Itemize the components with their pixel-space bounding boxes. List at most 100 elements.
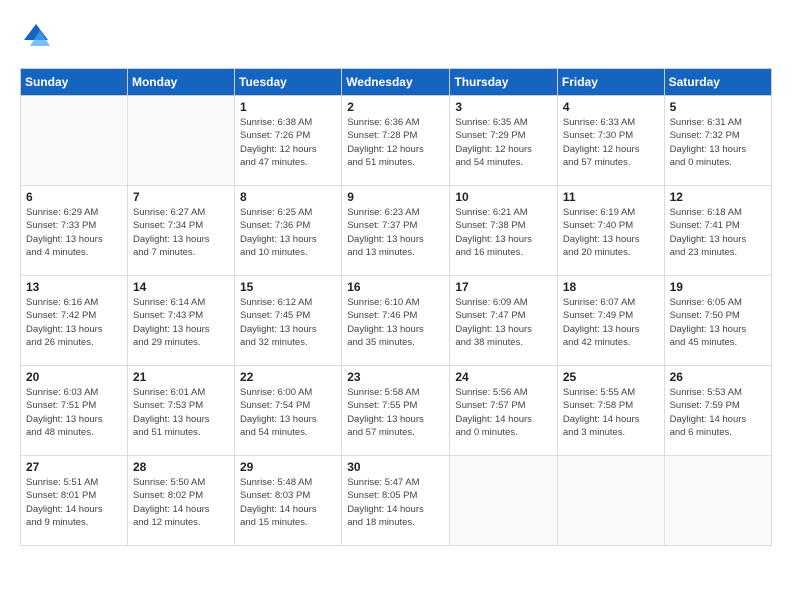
- calendar-cell: [21, 96, 128, 186]
- calendar-cell: 5Sunrise: 6:31 AM Sunset: 7:32 PM Daylig…: [664, 96, 771, 186]
- day-number: 5: [670, 100, 766, 114]
- day-info: Sunrise: 6:14 AM Sunset: 7:43 PM Dayligh…: [133, 296, 229, 349]
- column-header-tuesday: Tuesday: [235, 69, 342, 96]
- calendar-header-row: SundayMondayTuesdayWednesdayThursdayFrid…: [21, 69, 772, 96]
- day-number: 2: [347, 100, 444, 114]
- day-info: Sunrise: 6:07 AM Sunset: 7:49 PM Dayligh…: [563, 296, 659, 349]
- day-info: Sunrise: 6:38 AM Sunset: 7:26 PM Dayligh…: [240, 116, 336, 169]
- day-number: 21: [133, 370, 229, 384]
- day-info: Sunrise: 6:09 AM Sunset: 7:47 PM Dayligh…: [455, 296, 552, 349]
- day-info: Sunrise: 6:29 AM Sunset: 7:33 PM Dayligh…: [26, 206, 122, 259]
- day-number: 22: [240, 370, 336, 384]
- day-info: Sunrise: 6:23 AM Sunset: 7:37 PM Dayligh…: [347, 206, 444, 259]
- day-info: Sunrise: 6:10 AM Sunset: 7:46 PM Dayligh…: [347, 296, 444, 349]
- calendar-week-row: 27 Sunrise: 5:51 AM Sunset: 8:01 PM Dayli…: [21, 456, 772, 546]
- calendar-cell: 10 Sunrise: 6:21 AM Sunset: 7:38 PM Dayli…: [450, 186, 558, 276]
- page-header: [20, 20, 772, 52]
- calendar-cell: 27 Sunrise: 5:51 AM Sunset: 8:01 PM Dayli…: [21, 456, 128, 546]
- calendar-cell: 23 Sunrise: 5:58 AM Sunset: 7:55 PM Dayli…: [342, 366, 450, 456]
- day-info: Sunrise: 5:58 AM Sunset: 7:55 PM Dayligh…: [347, 386, 444, 439]
- calendar-cell: 7 Sunrise: 6:27 AM Sunset: 7:34 PM Daylig…: [127, 186, 234, 276]
- day-number: 19: [670, 280, 766, 294]
- day-info: Sunrise: 5:47 AM Sunset: 8:05 PM Dayligh…: [347, 476, 444, 529]
- calendar-cell: 20 Sunrise: 6:03 AM Sunset: 7:51 PM Dayli…: [21, 366, 128, 456]
- day-number: 11: [563, 190, 659, 204]
- calendar-cell: 11 Sunrise: 6:19 AM Sunset: 7:40 PM Dayli…: [557, 186, 664, 276]
- calendar-week-row: 20 Sunrise: 6:03 AM Sunset: 7:51 PM Dayli…: [21, 366, 772, 456]
- day-number: 4: [563, 100, 659, 114]
- day-info: Sunrise: 6:33 AM Sunset: 7:30 PM Dayligh…: [563, 116, 659, 169]
- day-number: 1: [240, 100, 336, 114]
- day-info: Sunrise: 5:56 AM Sunset: 7:57 PM Dayligh…: [455, 386, 552, 439]
- column-header-wednesday: Wednesday: [342, 69, 450, 96]
- day-number: 26: [670, 370, 766, 384]
- logo: [20, 20, 56, 52]
- column-header-friday: Friday: [557, 69, 664, 96]
- logo-icon: [20, 20, 52, 52]
- calendar-cell: 13 Sunrise: 6:16 AM Sunset: 7:42 PM Dayli…: [21, 276, 128, 366]
- calendar-cell: 29 Sunrise: 5:48 AM Sunset: 8:03 PM Dayli…: [235, 456, 342, 546]
- day-info: Sunrise: 6:00 AM Sunset: 7:54 PM Dayligh…: [240, 386, 336, 439]
- day-number: 23: [347, 370, 444, 384]
- calendar-week-row: 13 Sunrise: 6:16 AM Sunset: 7:42 PM Dayli…: [21, 276, 772, 366]
- day-number: 20: [26, 370, 122, 384]
- day-number: 18: [563, 280, 659, 294]
- calendar-cell: [557, 456, 664, 546]
- day-number: 16: [347, 280, 444, 294]
- calendar-cell: 1 Sunrise: 6:38 AM Sunset: 7:26 PM Daylig…: [235, 96, 342, 186]
- day-info: Sunrise: 6:25 AM Sunset: 7:36 PM Dayligh…: [240, 206, 336, 259]
- day-number: 29: [240, 460, 336, 474]
- calendar-cell: 9 Sunrise: 6:23 AM Sunset: 7:37 PM Daylig…: [342, 186, 450, 276]
- calendar-cell: 19 Sunrise: 6:05 AM Sunset: 7:50 PM Dayli…: [664, 276, 771, 366]
- day-info: Sunrise: 6:05 AM Sunset: 7:50 PM Dayligh…: [670, 296, 766, 349]
- day-number: 13: [26, 280, 122, 294]
- calendar-cell: 25Sunrise: 5:55 AM Sunset: 7:58 PM Dayli…: [557, 366, 664, 456]
- day-number: 17: [455, 280, 552, 294]
- day-number: 7: [133, 190, 229, 204]
- column-header-saturday: Saturday: [664, 69, 771, 96]
- calendar-cell: 16 Sunrise: 6:10 AM Sunset: 7:46 PM Dayli…: [342, 276, 450, 366]
- calendar-cell: 28 Sunrise: 5:50 AM Sunset: 8:02 PM Dayli…: [127, 456, 234, 546]
- day-number: 24: [455, 370, 552, 384]
- day-number: 3: [455, 100, 552, 114]
- calendar-cell: 8 Sunrise: 6:25 AM Sunset: 7:36 PM Daylig…: [235, 186, 342, 276]
- column-header-monday: Monday: [127, 69, 234, 96]
- calendar-cell: 24 Sunrise: 5:56 AM Sunset: 7:57 PM Dayli…: [450, 366, 558, 456]
- day-number: 28: [133, 460, 229, 474]
- calendar-cell: 26Sunrise: 5:53 AM Sunset: 7:59 PM Dayli…: [664, 366, 771, 456]
- column-header-thursday: Thursday: [450, 69, 558, 96]
- calendar-cell: [664, 456, 771, 546]
- calendar-cell: 30 Sunrise: 5:47 AM Sunset: 8:05 PM Dayli…: [342, 456, 450, 546]
- day-info: Sunrise: 5:48 AM Sunset: 8:03 PM Dayligh…: [240, 476, 336, 529]
- column-header-sunday: Sunday: [21, 69, 128, 96]
- day-number: 12: [670, 190, 766, 204]
- day-number: 10: [455, 190, 552, 204]
- day-number: 8: [240, 190, 336, 204]
- calendar-cell: 6 Sunrise: 6:29 AM Sunset: 7:33 PM Daylig…: [21, 186, 128, 276]
- day-number: 15: [240, 280, 336, 294]
- day-info: Sunrise: 6:21 AM Sunset: 7:38 PM Dayligh…: [455, 206, 552, 259]
- day-info: Sunrise: 5:55 AM Sunset: 7:58 PM Dayligh…: [563, 386, 659, 439]
- day-number: 27: [26, 460, 122, 474]
- calendar-cell: 3 Sunrise: 6:35 AM Sunset: 7:29 PM Daylig…: [450, 96, 558, 186]
- day-info: Sunrise: 6:35 AM Sunset: 7:29 PM Dayligh…: [455, 116, 552, 169]
- calendar-cell: 18 Sunrise: 6:07 AM Sunset: 7:49 PM Dayli…: [557, 276, 664, 366]
- day-number: 9: [347, 190, 444, 204]
- day-info: Sunrise: 6:16 AM Sunset: 7:42 PM Dayligh…: [26, 296, 122, 349]
- calendar-cell: 4 Sunrise: 6:33 AM Sunset: 7:30 PM Daylig…: [557, 96, 664, 186]
- day-info: Sunrise: 6:18 AM Sunset: 7:41 PM Dayligh…: [670, 206, 766, 259]
- day-info: Sunrise: 6:27 AM Sunset: 7:34 PM Dayligh…: [133, 206, 229, 259]
- calendar-week-row: 1 Sunrise: 6:38 AM Sunset: 7:26 PM Daylig…: [21, 96, 772, 186]
- calendar-cell: 17 Sunrise: 6:09 AM Sunset: 7:47 PM Dayli…: [450, 276, 558, 366]
- day-info: Sunrise: 5:50 AM Sunset: 8:02 PM Dayligh…: [133, 476, 229, 529]
- day-info: Sunrise: 5:51 AM Sunset: 8:01 PM Dayligh…: [26, 476, 122, 529]
- calendar-cell: 21Sunrise: 6:01 AM Sunset: 7:53 PM Dayli…: [127, 366, 234, 456]
- calendar-cell: 15Sunrise: 6:12 AM Sunset: 7:45 PM Dayli…: [235, 276, 342, 366]
- day-info: Sunrise: 6:19 AM Sunset: 7:40 PM Dayligh…: [563, 206, 659, 259]
- calendar-cell: 14Sunrise: 6:14 AM Sunset: 7:43 PM Dayli…: [127, 276, 234, 366]
- day-info: Sunrise: 6:03 AM Sunset: 7:51 PM Dayligh…: [26, 386, 122, 439]
- day-number: 30: [347, 460, 444, 474]
- calendar-cell: 12 Sunrise: 6:18 AM Sunset: 7:41 PM Dayli…: [664, 186, 771, 276]
- calendar-cell: [450, 456, 558, 546]
- day-number: 6: [26, 190, 122, 204]
